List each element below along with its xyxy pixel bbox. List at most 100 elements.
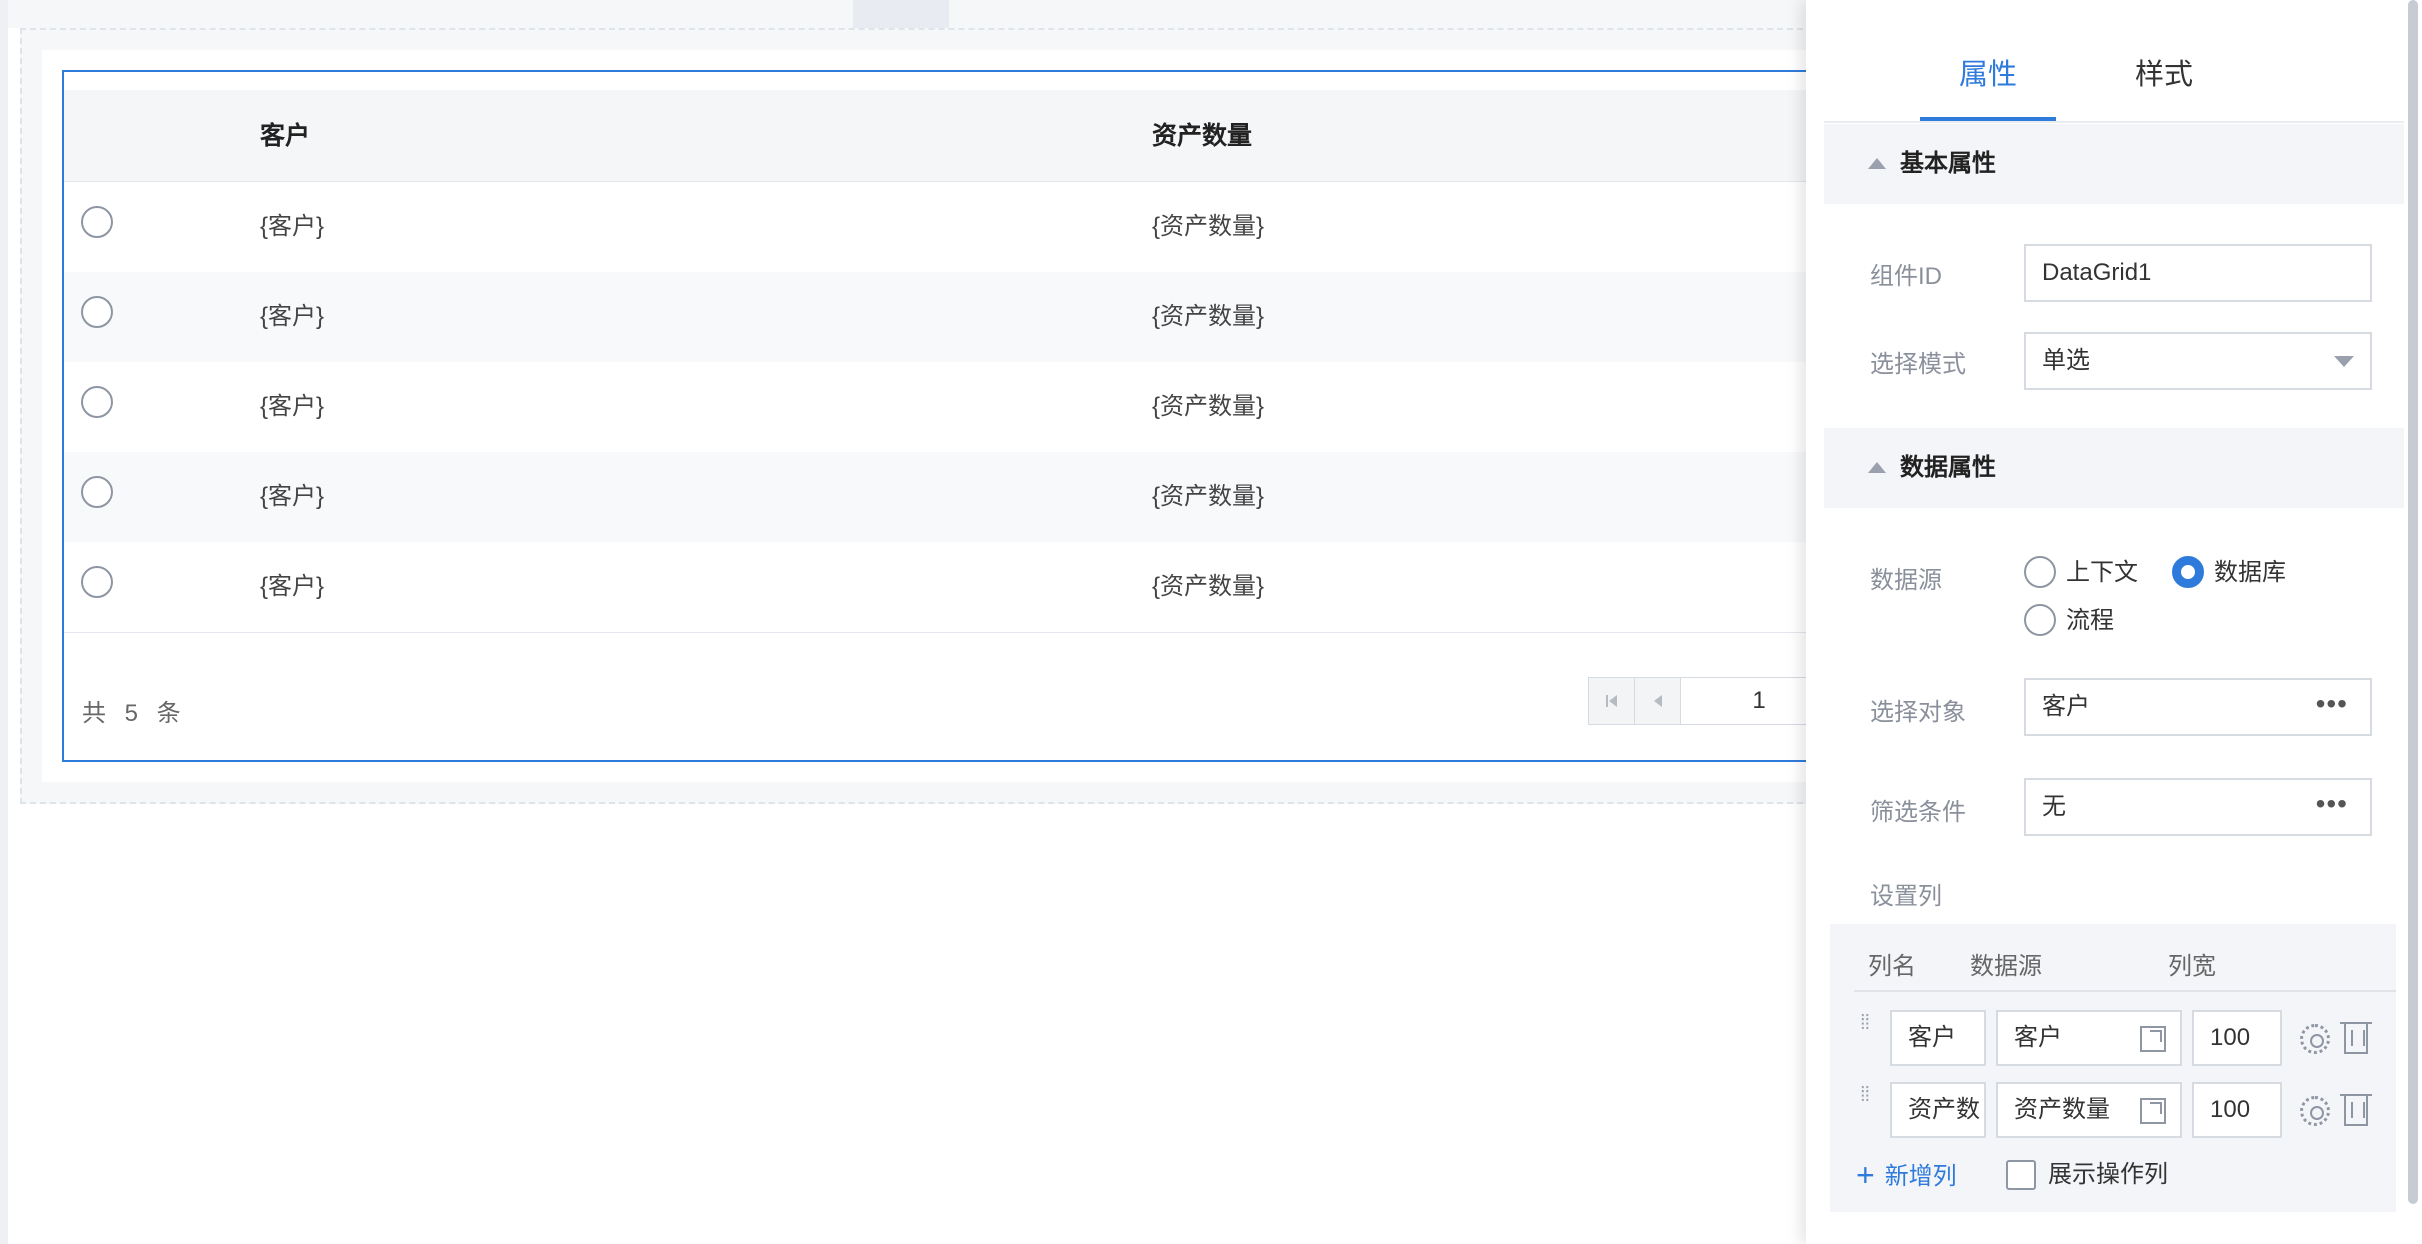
show-ops-label: 展示操作列 <box>2048 1161 2168 1188</box>
grid-footer: 共 5 条 1 <box>64 632 1823 760</box>
radio-icon <box>2024 604 2056 636</box>
row-radio[interactable] <box>81 566 113 598</box>
expand-icon[interactable] <box>2140 1026 2166 1052</box>
columns-header: 列名 数据源 列宽 <box>1854 924 2396 992</box>
source-option-label: 数据库 <box>2214 559 2286 586</box>
cell-customer: {客户} <box>260 303 325 330</box>
show-ops-checkbox[interactable]: 展示操作列 <box>2006 1158 2168 1192</box>
cell-customer: {客户} <box>260 573 325 600</box>
first-page-button[interactable] <box>1589 678 1635 724</box>
column-name-input[interactable]: 客户 <box>1890 1010 1986 1066</box>
prev-page-icon <box>1653 695 1662 707</box>
pagination: 1 <box>1588 677 1823 725</box>
select-object-field[interactable]: 客户 ••• <box>2024 678 2372 736</box>
row-radio[interactable] <box>81 206 113 238</box>
total-count: 共 5 条 <box>82 700 187 727</box>
column-source-input[interactable]: 资产数量 <box>1996 1082 2182 1138</box>
more-icon[interactable]: ••• <box>2316 680 2348 728</box>
column-width-input[interactable]: 100 <box>2192 1010 2282 1066</box>
column-source-value: 客户 <box>2014 1024 2062 1051</box>
col-header-name: 列名 <box>1868 953 1916 980</box>
prev-page-button[interactable] <box>1635 678 1681 724</box>
cell-assets: {资产数量} <box>1152 303 1265 330</box>
cell-assets: {资产数量} <box>1152 483 1265 510</box>
component-id-label: 组件ID <box>1870 263 1942 290</box>
source-option-flow[interactable]: 流程 <box>2024 604 2114 638</box>
column-source-input[interactable]: 客户 <box>1996 1010 2182 1066</box>
cell-assets: {资产数量} <box>1152 213 1265 240</box>
section-data[interactable]: 数据属性 <box>1824 428 2404 508</box>
gear-icon[interactable] <box>2300 1096 2330 1126</box>
column-config-row: ⁞⁞ 客户 客户 100 <box>1830 1010 2396 1068</box>
expand-icon[interactable] <box>2140 1098 2166 1124</box>
select-mode-label: 选择模式 <box>1870 351 1966 378</box>
panel-scrollbar[interactable] <box>2408 0 2418 1204</box>
section-basic[interactable]: 基本属性 <box>1824 124 2404 204</box>
grid-header: 客户 资产数量 <box>64 90 1823 182</box>
gear-icon[interactable] <box>2300 1024 2330 1054</box>
drag-handle-icon[interactable]: ⁞⁞ <box>1860 1013 1874 1046</box>
drag-handle-icon[interactable]: ⁞⁞ <box>1860 1085 1874 1118</box>
column-header-customer[interactable]: 客户 <box>260 90 310 182</box>
row-radio[interactable] <box>81 476 113 508</box>
select-object-label: 选择对象 <box>1870 699 1966 726</box>
radio-icon <box>2024 556 2056 588</box>
filter-label: 筛选条件 <box>1870 799 1966 826</box>
column-config-row: ⁞⁞ 资产数 资产数量 100 <box>1830 1082 2396 1140</box>
cell-customer: {客户} <box>260 393 325 420</box>
column-name-input[interactable]: 资产数 <box>1890 1082 1986 1138</box>
cell-assets: {资产数量} <box>1152 393 1265 420</box>
filter-value: 无 <box>2042 793 2066 820</box>
cell-assets: {资产数量} <box>1152 573 1265 600</box>
page-number-input[interactable]: 1 <box>1681 678 1823 724</box>
select-object-value: 客户 <box>2042 693 2090 720</box>
tab-properties[interactable]: 属性 <box>1920 0 2056 121</box>
checkbox-icon <box>2006 1160 2036 1190</box>
table-row[interactable]: {客户} {资产数量} <box>64 272 1823 362</box>
more-icon[interactable]: ••• <box>2316 780 2348 828</box>
data-source-label: 数据源 <box>1870 567 1942 594</box>
columns-label: 设置列 <box>1870 883 1942 910</box>
first-page-icon <box>1605 695 1617 707</box>
canvas-left-rail <box>0 0 8 1244</box>
section-basic-title: 基本属性 <box>1900 150 1996 177</box>
column-header-assets[interactable]: 资产数量 <box>1152 90 1252 182</box>
chevron-down-icon <box>2334 356 2354 367</box>
col-header-width: 列宽 <box>2168 953 2216 980</box>
data-grid[interactable]: 客户 资产数量 {客户} {资产数量} {客户} {资产数量} {客户} {资产… <box>62 70 1823 762</box>
add-column-label: 新增列 <box>1884 1163 1957 1190</box>
plus-icon: + <box>1856 1157 1875 1193</box>
filter-field[interactable]: 无 ••• <box>2024 778 2372 836</box>
source-option-label: 流程 <box>2066 607 2114 634</box>
cell-customer: {客户} <box>260 213 325 240</box>
component-id-value: DataGrid1 <box>2042 259 2152 286</box>
trash-icon[interactable] <box>2340 1022 2372 1054</box>
collapse-icon <box>1868 462 1886 473</box>
source-option-context[interactable]: 上下文 <box>2024 556 2138 590</box>
collapse-icon <box>1868 158 1886 169</box>
canvas-resize-handle[interactable] <box>853 0 949 28</box>
tab-style[interactable]: 样式 <box>2096 0 2232 121</box>
section-data-title: 数据属性 <box>1900 454 1996 481</box>
panel-tabs: 属性 样式 <box>1824 0 2404 123</box>
trash-icon[interactable] <box>2340 1094 2372 1126</box>
table-row[interactable]: {客户} {资产数量} <box>64 542 1823 632</box>
radio-selected-icon <box>2172 556 2204 588</box>
column-width-input[interactable]: 100 <box>2192 1082 2282 1138</box>
select-mode-dropdown[interactable]: 单选 <box>2024 332 2372 390</box>
add-column-button[interactable]: + 新增列 <box>1856 1158 1957 1192</box>
table-row[interactable]: {客户} {资产数量} <box>64 362 1823 452</box>
component-id-input[interactable]: DataGrid1 <box>2024 244 2372 302</box>
row-radio[interactable] <box>81 386 113 418</box>
table-row[interactable]: {客户} {资产数量} <box>64 452 1823 542</box>
source-option-label: 上下文 <box>2066 559 2138 586</box>
table-row[interactable]: {客户} {资产数量} <box>64 182 1823 272</box>
columns-editor: 列名 数据源 列宽 ⁞⁞ 客户 客户 100 ⁞⁞ 资产数 资产数量 100 +… <box>1830 924 2396 1212</box>
column-source-value: 资产数量 <box>2014 1096 2110 1123</box>
source-option-database[interactable]: 数据库 <box>2172 556 2286 590</box>
property-panel: 属性 样式 基本属性 组件ID DataGrid1 选择模式 单选 数据属性 数… <box>1806 0 2422 1244</box>
select-mode-value: 单选 <box>2042 347 2090 374</box>
cell-customer: {客户} <box>260 483 325 510</box>
row-radio[interactable] <box>81 296 113 328</box>
col-header-source: 数据源 <box>1970 953 2042 980</box>
